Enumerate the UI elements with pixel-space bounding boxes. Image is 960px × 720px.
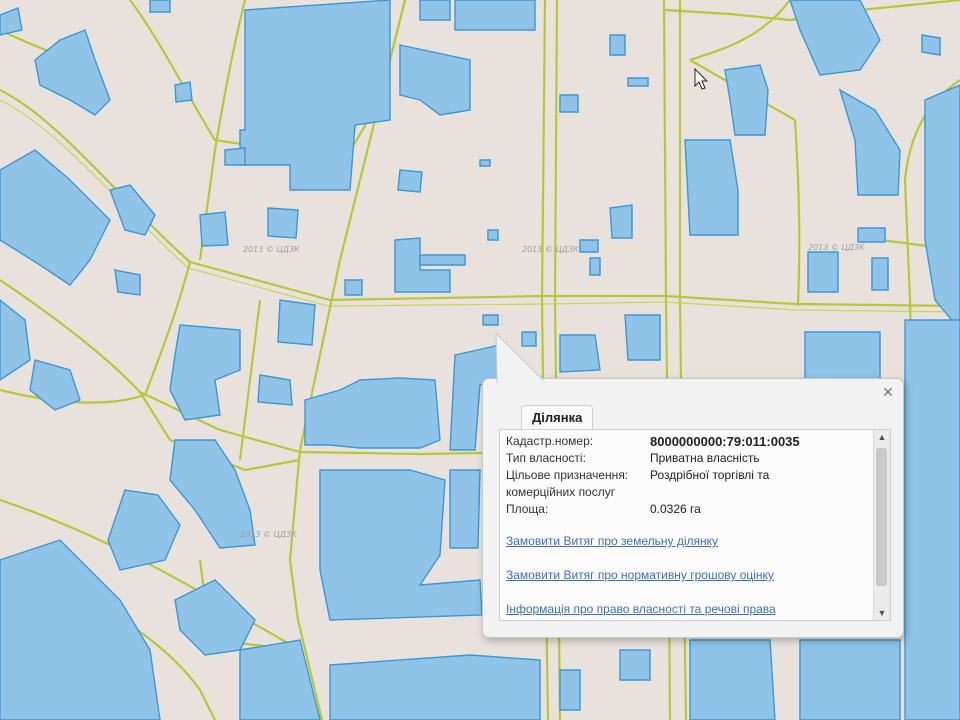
field-purpose-continued: комерційних послуг bbox=[504, 485, 870, 502]
popup-pointer bbox=[495, 333, 547, 383]
field-label: Тип власності: bbox=[506, 451, 586, 465]
mouse-cursor-icon bbox=[694, 68, 709, 90]
watermark: 2013 © ЦДЗК bbox=[240, 530, 297, 539]
scroll-thumb[interactable] bbox=[876, 448, 887, 586]
scroll-down-icon[interactable]: ▼ bbox=[874, 606, 890, 620]
field-area: Площа: 0.0326 га bbox=[504, 502, 870, 519]
ownership-info-link[interactable]: Інформація про право власності та речові… bbox=[506, 602, 776, 616]
panel-scrollbar[interactable]: ▲ ▼ bbox=[873, 430, 890, 620]
field-ownership-type: Тип власності: Приватна власність bbox=[504, 451, 870, 468]
field-value: 0.0326 га bbox=[650, 502, 701, 516]
watermark: 2013 © ЦДЗК bbox=[808, 243, 865, 252]
field-value: Приватна власність bbox=[650, 451, 760, 465]
watermark: 2013 © ЦДЗК bbox=[522, 245, 579, 254]
field-cadastral-number: Кадастр.номер: 8000000000:79:011:0035 bbox=[504, 434, 870, 451]
field-label: Кадастр.номер: bbox=[506, 434, 594, 448]
close-icon[interactable]: ✕ bbox=[881, 385, 895, 399]
field-label: Цільове призначення: bbox=[506, 468, 629, 482]
field-purpose: Цільове призначення: Роздрібної торгівлі… bbox=[504, 468, 870, 485]
scroll-up-icon[interactable]: ▲ bbox=[874, 430, 890, 444]
field-label: Площа: bbox=[506, 502, 549, 516]
parcel-info-popup: ✕ Ділянка Кадастр.номер: 8000000000:79:0… bbox=[482, 333, 904, 638]
field-label: комерційних послуг bbox=[506, 485, 616, 499]
order-valuation-extract-link[interactable]: Замовити Витяг про нормативну грошову оц… bbox=[506, 568, 774, 582]
field-value: 8000000000:79:011:0035 bbox=[650, 434, 800, 449]
field-value: Роздрібної торгівлі та bbox=[650, 468, 770, 482]
watermark: 2013 © ЦДЗК bbox=[243, 245, 300, 254]
order-land-extract-link[interactable]: Замовити Витяг про земельну ділянку bbox=[506, 534, 718, 548]
tab-parcel[interactable]: Ділянка bbox=[521, 405, 594, 430]
parcel-details-panel: Кадастр.номер: 8000000000:79:011:0035 Ти… bbox=[499, 429, 891, 621]
tab-label: Ділянка bbox=[532, 410, 583, 425]
